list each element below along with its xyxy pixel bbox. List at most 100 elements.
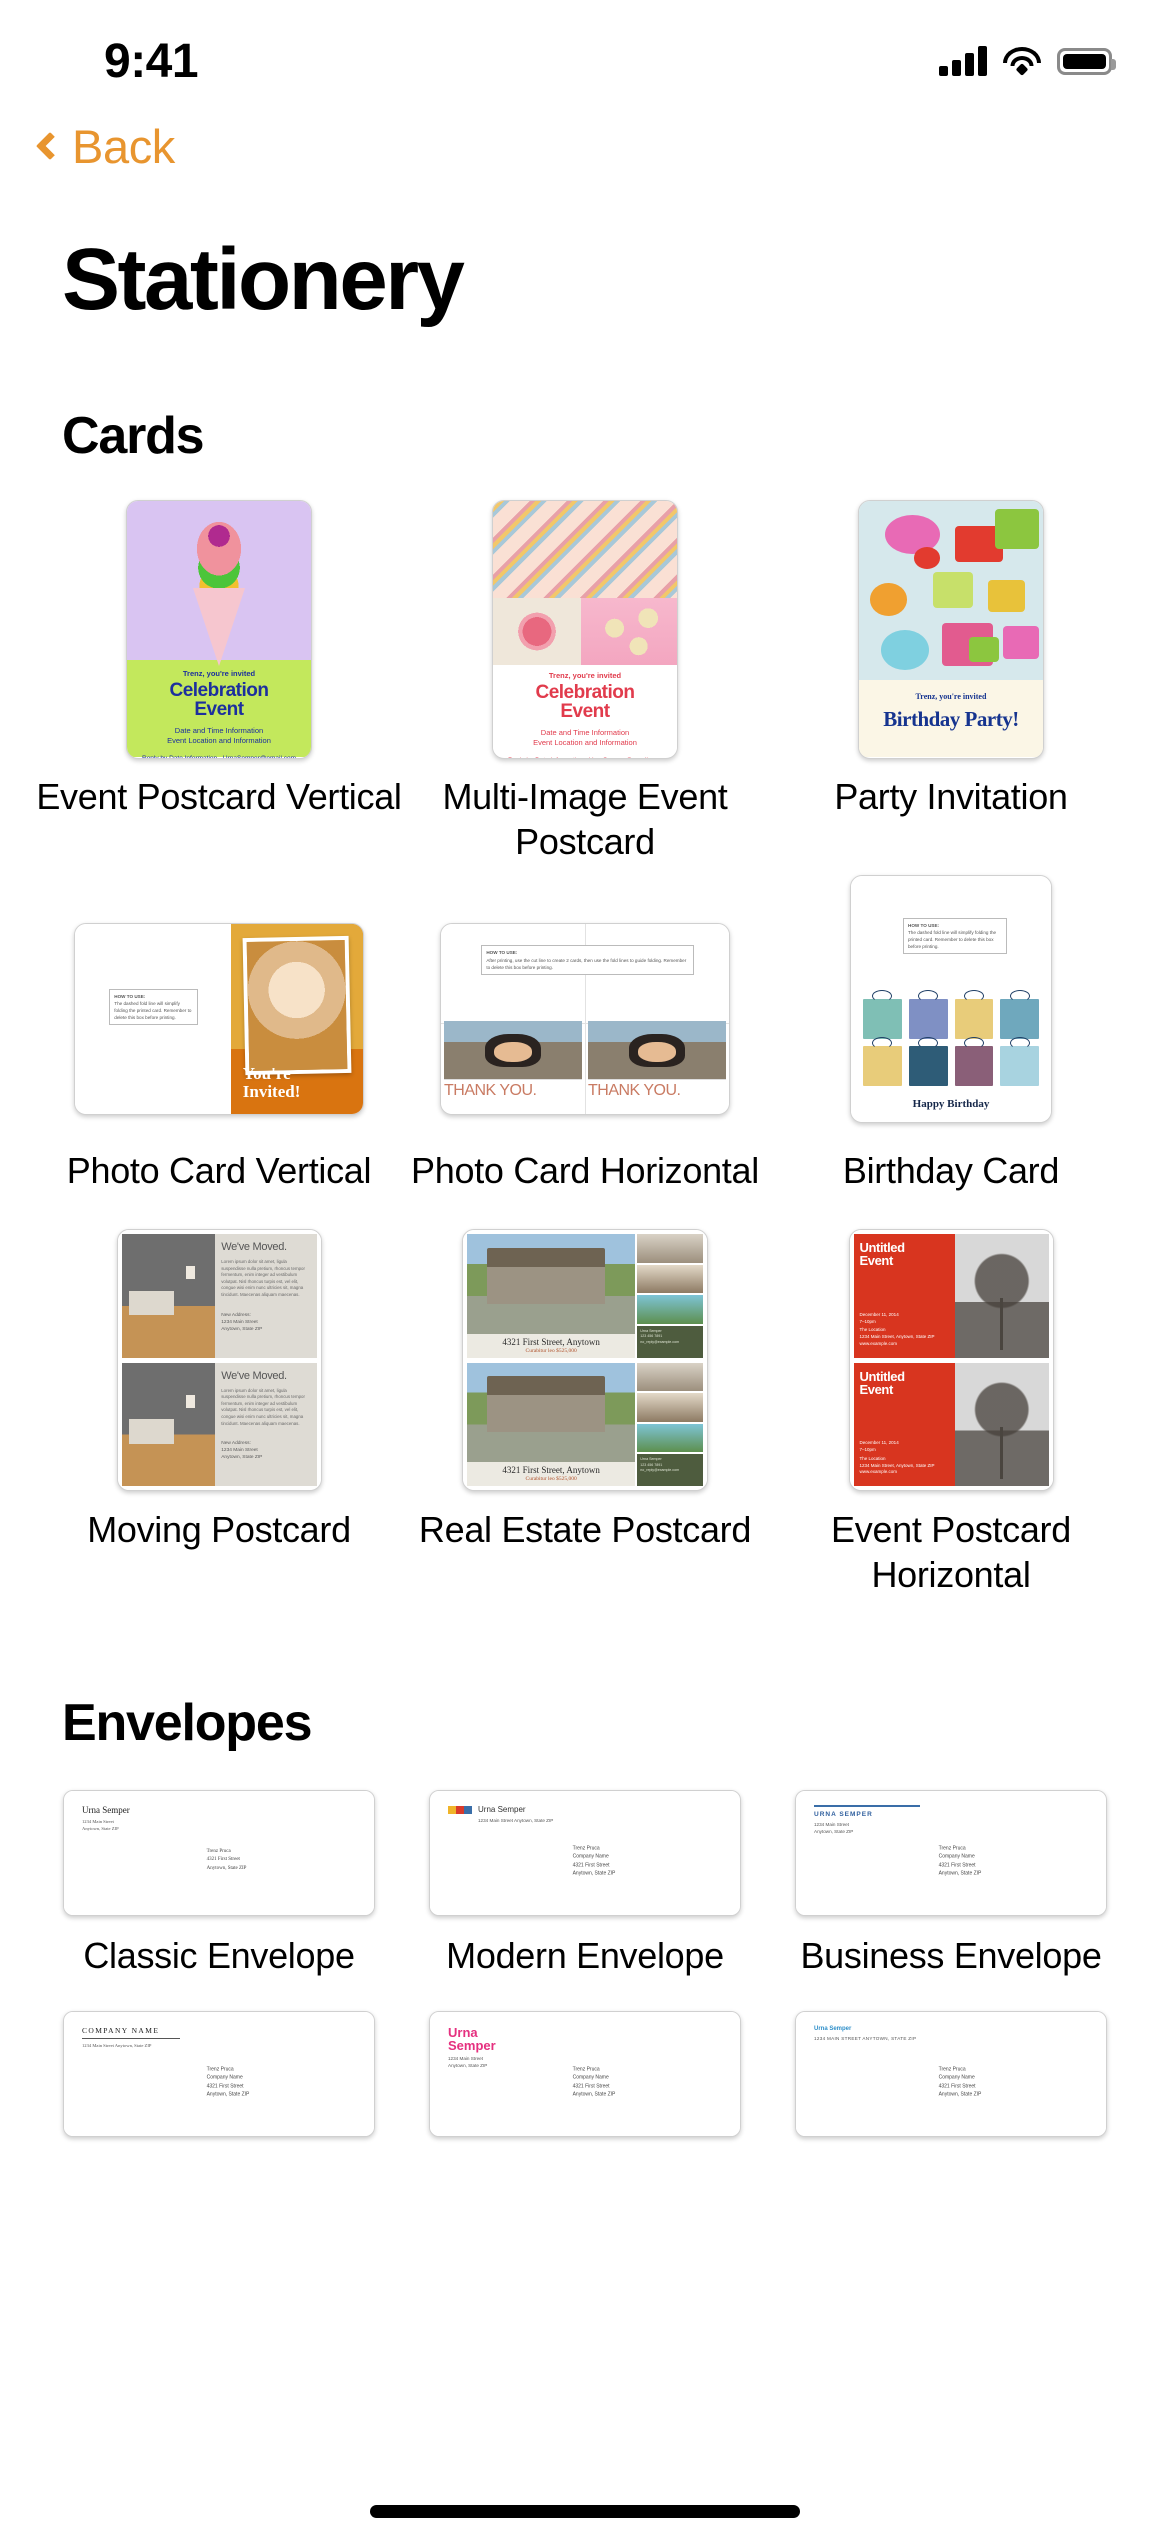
card-item-real-estate-postcard[interactable]: 4321 First Street, Anytown Curabitur leo…	[402, 1227, 768, 1597]
signal-bars-icon	[939, 46, 987, 76]
thumbnail-company-name-envelope[interactable]: COMPANY NAME 1234 Main Street Anytown, S…	[63, 2011, 375, 2137]
recipient-street: 4321 First Street	[938, 1862, 976, 1869]
section-title-envelopes: Envelopes	[62, 1694, 313, 1752]
thumbnail[interactable]: Urna Semper 1234 Main Street Anytown, St…	[429, 1787, 741, 1919]
thumbnail-birthday-card[interactable]: HOW TO USE: The dashed fold line will si…	[850, 875, 1052, 1123]
sender-address: 1234 Main Street Anytown, State ZIP	[82, 1818, 130, 1832]
recipient-street: 4321 First Street	[206, 2083, 244, 2090]
chevron-left-icon	[35, 131, 65, 161]
status-icons	[939, 46, 1116, 76]
card-item-moving-postcard[interactable]: We've Moved. Lorem ipsum dolor sit amet,…	[36, 1227, 402, 1597]
card-item-photo-card-vertical[interactable]: HOW TO USE: The dashed fold line will si…	[36, 904, 402, 1193]
thumbnail-business-envelope[interactable]: URNA SEMPER 1234 Main Street Anytown, St…	[795, 1790, 1107, 1916]
recipient-name: Trenz Pruca	[938, 1845, 966, 1852]
card-datetime: December 11, 2014 7–10pm	[860, 1440, 899, 1454]
thumbnail-moving-postcard[interactable]: We've Moved. Lorem ipsum dolor sit amet,…	[116, 1229, 322, 1491]
agent-email: no_reply@example.com	[640, 1468, 680, 1473]
recipient-address: Trenz Pruca 4321 First Street Anytown, S…	[207, 1848, 247, 1874]
thumbnail-real-estate-postcard[interactable]: 4321 First Street, Anytown Curabitur leo…	[462, 1229, 708, 1491]
item-label: Photo Card Vertical	[66, 1150, 372, 1191]
return-address: Urna Semper 1234 Main Street Anytown, St…	[82, 1805, 130, 1832]
recipient-address: Trenz Pruca Company Name 4321 First Stre…	[207, 2065, 250, 2099]
card-item-event-postcard-vertical[interactable]: Trenz, you're invited Celebration Event …	[36, 498, 402, 864]
thumbnail-modern-envelope[interactable]: Urna Semper 1234 Main Street Anytown, St…	[429, 1790, 741, 1916]
envelope-item-classic[interactable]: Urna Semper 1234 Main Street Anytown, St…	[36, 1787, 402, 1978]
item-label: Event Postcard Horizontal	[831, 1509, 1071, 1595]
card-item-party-invitation[interactable]: Trenz, you're invited Birthday Party! Pa…	[768, 498, 1134, 864]
card-text-panel: Trenz, you're invited Birthday Party!	[859, 680, 1043, 758]
thumbnail[interactable]: Urna Semper 1234 Main Street Anytown, St…	[63, 1787, 375, 1919]
thumbnail[interactable]: HOW TO USE: The dashed fold line will si…	[74, 904, 364, 1134]
recipient-address: Trenz Pruca Company Name 4321 First Stre…	[939, 1844, 982, 1878]
postcard-pane: 4321 First Street, Anytown Curabitur leo…	[467, 1362, 703, 1486]
card-headline: Celebration Event	[493, 683, 677, 721]
thumbnail-multi-image-event-postcard[interactable]: Trenz, you're invited Celebration Event …	[492, 499, 678, 759]
item-label: Modern Envelope	[446, 1935, 724, 1976]
thumbnail-classic-envelope[interactable]: Urna Semper 1234 Main Street Anytown, St…	[63, 1790, 375, 1916]
recipient-address: Trenz Pruca Company Name 4321 First Stre…	[573, 1844, 616, 1878]
thumbnail[interactable]: We've Moved. Lorem ipsum dolor sit amet,…	[116, 1227, 322, 1493]
card-body: Lorem ipsum dolor sit amet, ligula suspe…	[221, 1259, 305, 1298]
sender-name: Urna Semper	[82, 1805, 130, 1815]
card-headline: Untitled Event	[860, 1369, 949, 1396]
envelope-item-partial-3[interactable]: Urna Semper 1234 MAIN STREET ANYTOWN, ST…	[768, 2008, 1134, 2140]
sender-name: Urna Semper	[478, 1805, 526, 1814]
thumbnail-photo-card-horizontal[interactable]: HOW TO USE: After printing, use the cut …	[440, 923, 730, 1115]
card-details: Date and Time Information Event Location…	[134, 726, 304, 746]
thumbnail[interactable]: Trenz, you're invited Birthday Party!	[858, 498, 1044, 760]
card-datetime: December 11, 2014 7–10pm	[860, 1312, 899, 1326]
thumbnail[interactable]: URNA SEMPER 1234 Main Street Anytown, St…	[795, 1787, 1107, 1919]
envelope-item-partial-2[interactable]: Urna Semper 1234 Main Street Anytown, St…	[402, 2008, 768, 2140]
thumbnail[interactable]: Urna Semper 1234 MAIN STREET ANYTOWN, ST…	[795, 2008, 1107, 2140]
event-address: 1234 Main Street, Anytown, State ZIP	[859, 1462, 935, 1468]
return-address: Urna Semper 1234 Main Street Anytown, St…	[448, 2026, 496, 2069]
card-item-photo-card-horizontal[interactable]: HOW TO USE: After printing, use the cut …	[402, 904, 768, 1193]
card-rsvp: Reply by Date Information - UrnaSemper@e…	[134, 755, 304, 757]
howto-title: HOW TO USE:	[908, 922, 940, 928]
event-website: www.example.com	[859, 1340, 898, 1346]
thumbnail-event-postcard-vertical[interactable]: Trenz, you're invited Celebration Event …	[126, 499, 312, 759]
card-caption: THANK YOU.	[444, 1078, 582, 1100]
home-indicator	[370, 2505, 800, 2518]
card-headline-line1: You're	[242, 1064, 291, 1084]
thumbnail[interactable]: 4321 First Street, Anytown Curabitur leo…	[462, 1227, 708, 1493]
envelope-item-business[interactable]: URNA SEMPER 1234 Main Street Anytown, St…	[768, 1787, 1134, 1978]
card-item-multi-image-event-postcard[interactable]: Trenz, you're invited Celebration Event …	[402, 498, 768, 864]
sender-street: 1234 Main Street	[82, 1819, 114, 1824]
thumbnail[interactable]: Urna Semper 1234 Main Street Anytown, St…	[429, 2008, 741, 2140]
item-label: Multi-Image Event Postcard	[442, 776, 728, 862]
card-text-panel: Trenz, you're invited Celebration Event …	[127, 659, 311, 758]
envelope-item-modern[interactable]: Urna Semper 1234 Main Street Anytown, St…	[402, 1787, 768, 1978]
recipient-company: Company Name	[572, 1853, 609, 1860]
sender-name-line2: Semper	[448, 2038, 496, 2053]
interior-photo	[637, 1234, 703, 1263]
thumbnail[interactable]: HOW TO USE: After printing, use the cut …	[440, 904, 730, 1134]
card-headline: Happy Birthday	[912, 1097, 990, 1110]
card-item-event-postcard-horizontal[interactable]: Untitled Event December 11, 2014 7–10pm …	[768, 1227, 1134, 1597]
thumbnail[interactable]: Untitled Event December 11, 2014 7–10pm …	[848, 1227, 1054, 1493]
howto-note: HOW TO USE: The dashed fold line will si…	[109, 988, 199, 1026]
card-headline: You're Invited!	[243, 1065, 301, 1101]
sender-city: Anytown, State ZIP	[814, 1829, 854, 1835]
cards-grid: Trenz, you're invited Celebration Event …	[0, 498, 1170, 1597]
item-label: Birthday Card	[842, 1150, 1060, 1191]
card-headline-line2: Invited!	[242, 1081, 301, 1101]
thumbnail-event-postcard-horizontal[interactable]: Untitled Event December 11, 2014 7–10pm …	[848, 1229, 1054, 1491]
envelope-item-partial-1[interactable]: COMPANY NAME 1234 Main Street Anytown, S…	[36, 2008, 402, 2140]
thumbnail[interactable]: HOW TO USE: The dashed fold line will si…	[850, 864, 1052, 1134]
agent-contact: Urna Semper 123 456 7891 no_reply@exampl…	[637, 1325, 703, 1358]
thumbnail-blue-urna-semper-envelope[interactable]: Urna Semper 1234 MAIN STREET ANYTOWN, ST…	[795, 2011, 1107, 2137]
thumbnail[interactable]: Trenz, you're invited Celebration Event …	[492, 498, 678, 760]
thumbnail-photo-card-vertical[interactable]: HOW TO USE: The dashed fold line will si…	[74, 923, 364, 1115]
card-body: Lorem ipsum dolor sit amet, ligula suspe…	[221, 1387, 305, 1426]
card-details: Date and Time Information Event Location…	[493, 728, 677, 748]
thumbnail-party-invitation[interactable]: Trenz, you're invited Birthday Party!	[858, 499, 1044, 759]
back-button[interactable]: Back	[26, 119, 175, 174]
recipient-company: Company Name	[572, 2074, 609, 2081]
postcard-pane: We've Moved. Lorem ipsum dolor sit amet,…	[121, 1362, 317, 1486]
thumbnail-pink-urna-semper-envelope[interactable]: Urna Semper 1234 Main Street Anytown, St…	[429, 2011, 741, 2137]
recipient-street: 4321 First Street	[938, 2083, 976, 2090]
thumbnail[interactable]: Trenz, you're invited Celebration Event …	[126, 498, 312, 760]
thumbnail[interactable]: COMPANY NAME 1234 Main Street Anytown, S…	[63, 2008, 375, 2140]
card-item-birthday-card[interactable]: HOW TO USE: The dashed fold line will si…	[768, 864, 1134, 1193]
